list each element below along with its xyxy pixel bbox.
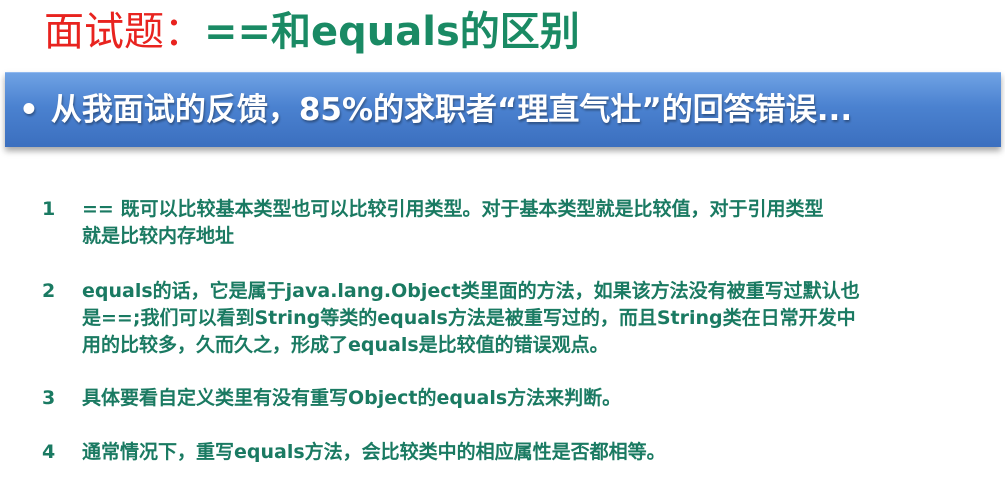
item-number: 4 [42, 441, 56, 463]
item-number: 2 [42, 280, 56, 302]
item-text: equals的话，它是属于java.lang.Object类里面的方法，如果该方… [82, 280, 860, 356]
title-prefix: 面试题： [44, 9, 204, 55]
banner-text: 从我面试的反馈，85%的求职者“理直气壮”的回答错误... [50, 92, 853, 128]
item-text: == 既可以比较基本类型也可以比较引用类型。对于基本类型就是比较值，对于引用类型… [82, 198, 824, 247]
page-title: 面试题：==和equals的区别 [44, 4, 580, 60]
item-text: 通常情况下，重写equals方法，会比较类中的相应属性是否都相等。 [82, 441, 666, 463]
slide: 面试题：==和equals的区别 • 从我面试的反馈，85%的求职者“理直气壮”的… [0, 0, 1005, 496]
highlight-banner: • 从我面试的反馈，85%的求职者“理直气壮”的回答错误... [5, 72, 1001, 147]
banner-text-row: • 从我面试的反馈，85%的求职者“理直气壮”的回答错误... [19, 73, 852, 147]
bullet-icon: • [19, 92, 39, 128]
item-number: 1 [42, 198, 56, 220]
item-number: 3 [42, 387, 56, 409]
title-main: ==和equals的区别 [204, 9, 580, 55]
item-text: 具体要看自定义类里有没有重写Object的equals方法来判断。 [82, 387, 622, 409]
